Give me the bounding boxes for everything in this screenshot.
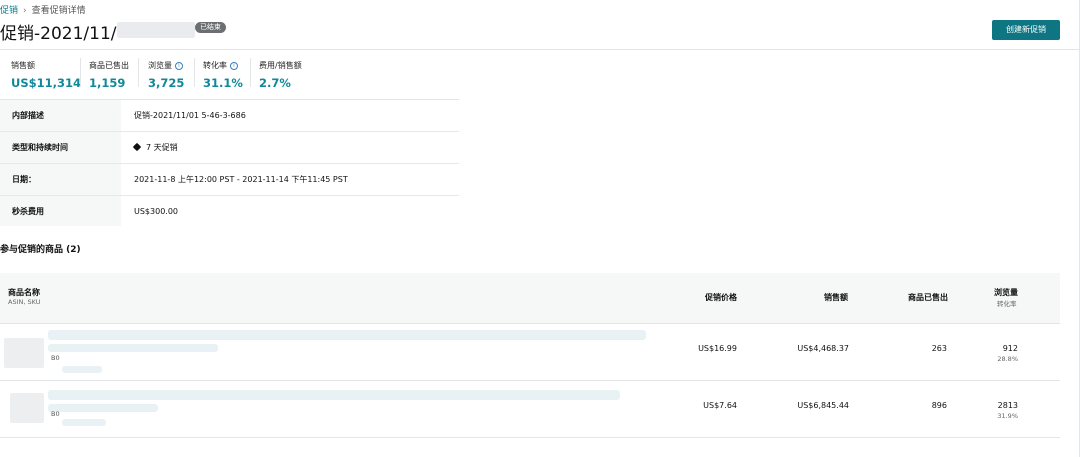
metric-label: 销售额 bbox=[11, 61, 35, 70]
detail-row-internal-description: 内部描述 促销-2021/11/01 5-46-3-686 bbox=[0, 100, 459, 132]
breadcrumb-promotions-link[interactable]: 促销 bbox=[0, 6, 18, 16]
metric-value: 31.1% bbox=[203, 76, 243, 90]
products-table-header: 商品名称 ASIN, SKU 促销价格 销售额 商品已售出 浏览量 转化率 bbox=[0, 273, 1060, 324]
detail-type-text: 7 天促销 bbox=[146, 143, 178, 152]
column-subheader-asin-sku: ASIN, SKU bbox=[8, 298, 41, 306]
metric-conversion-rate: 转化率 i 31.1% bbox=[203, 60, 243, 90]
metric-label: 转化率 bbox=[203, 61, 227, 70]
divider bbox=[250, 58, 251, 87]
redacted-product-title bbox=[48, 404, 158, 412]
detail-value: 促销-2021/11/01 5-46-3-686 bbox=[134, 111, 246, 120]
redacted-sku bbox=[62, 366, 102, 373]
breadcrumb-current: 查看促销详情 bbox=[31, 6, 86, 16]
cell-page-views: 912 bbox=[1002, 344, 1018, 353]
divider bbox=[138, 58, 139, 87]
metric-fee-to-sales: 费用/销售额 2.7% bbox=[259, 60, 302, 90]
redacted-product-title bbox=[48, 390, 620, 400]
table-row: B0 US$16.99 US$4,468.37 263 912 28.8% bbox=[0, 324, 1060, 381]
metric-page-views: 浏览量 i 3,725 bbox=[148, 60, 184, 90]
detail-row-type-duration: 类型和持续时间 7 天促销 bbox=[0, 132, 459, 164]
column-header-page-views[interactable]: 浏览量 bbox=[994, 287, 1018, 298]
metric-label: 商品已售出 bbox=[89, 61, 129, 70]
divider bbox=[194, 58, 195, 87]
metric-units-sold: 商品已售出 1,159 bbox=[89, 60, 129, 90]
product-image[interactable] bbox=[4, 338, 44, 368]
detail-value: US$300.00 bbox=[134, 207, 179, 216]
create-new-promotion-button[interactable]: 创建新促销 bbox=[992, 20, 1060, 40]
page-title: 促销-2021/11/ bbox=[0, 24, 117, 44]
column-header-product-name[interactable]: 商品名称 bbox=[8, 287, 40, 298]
metric-label: 费用/销售额 bbox=[259, 61, 302, 70]
cell-units-sold: 896 bbox=[931, 401, 947, 410]
redacted-product-title bbox=[48, 330, 646, 340]
cell-sales: US$6,845.44 bbox=[797, 401, 849, 410]
column-header-promo-price[interactable]: 促销价格 bbox=[705, 292, 737, 303]
cell-conversion: 28.8% bbox=[997, 355, 1018, 363]
tag-icon bbox=[132, 142, 142, 152]
products-section-title: 参与促销的商品 (2) bbox=[0, 245, 81, 255]
redacted-product-title bbox=[48, 344, 218, 352]
metric-value: 2.7% bbox=[259, 76, 291, 90]
detail-row-dates: 日期： 2021-11-8 上午12:00 PST - 2021-11-14 下… bbox=[0, 164, 459, 196]
detail-value: 2021-11-8 上午12:00 PST - 2021-11-14 下午11:… bbox=[134, 175, 348, 184]
product-asin: B0 bbox=[51, 354, 60, 362]
detail-label: 类型和持续时间 bbox=[12, 143, 68, 152]
detail-label: 秒杀费用 bbox=[12, 207, 44, 216]
cell-page-views: 2813 bbox=[997, 401, 1018, 410]
metric-label: 浏览量 bbox=[148, 61, 172, 70]
detail-row-fee: 秒杀费用 US$300.00 bbox=[0, 196, 459, 227]
info-circle-icon[interactable]: i bbox=[175, 62, 183, 70]
divider bbox=[80, 58, 81, 87]
info-circle-icon[interactable]: i bbox=[230, 62, 238, 70]
metric-value: US$11,314 bbox=[11, 76, 81, 90]
detail-label: 内部描述 bbox=[12, 111, 44, 120]
column-header-sales[interactable]: 销售额 bbox=[824, 292, 848, 303]
cell-promo-price: US$7.64 bbox=[703, 401, 737, 410]
breadcrumb: 促销 › 查看促销详情 bbox=[0, 3, 86, 16]
column-header-units-sold[interactable]: 商品已售出 bbox=[908, 292, 948, 303]
product-asin: B0 bbox=[51, 410, 60, 418]
metric-value: 1,159 bbox=[89, 76, 126, 90]
metric-sales: 销售额 US$11,314 bbox=[11, 60, 81, 90]
detail-label: 日期： bbox=[12, 175, 36, 184]
redacted-sku bbox=[62, 419, 106, 426]
cell-units-sold: 263 bbox=[931, 344, 947, 353]
chevron-right-icon: › bbox=[23, 6, 27, 16]
redacted-title-segment bbox=[117, 22, 195, 38]
cell-sales: US$4,468.37 bbox=[797, 344, 849, 353]
product-image[interactable] bbox=[10, 393, 44, 423]
column-subheader-conversion: 转化率 bbox=[997, 300, 1017, 308]
table-row: B0 US$7.64 US$6,845.44 896 2813 31.9% bbox=[0, 381, 1060, 438]
cell-promo-price: US$16.99 bbox=[698, 344, 737, 353]
detail-value: 7 天促销 bbox=[132, 132, 178, 163]
cell-conversion: 31.9% bbox=[997, 412, 1018, 420]
status-badge: 已结束 bbox=[195, 22, 226, 33]
header-divider bbox=[0, 49, 1080, 50]
metric-value: 3,725 bbox=[148, 76, 185, 90]
